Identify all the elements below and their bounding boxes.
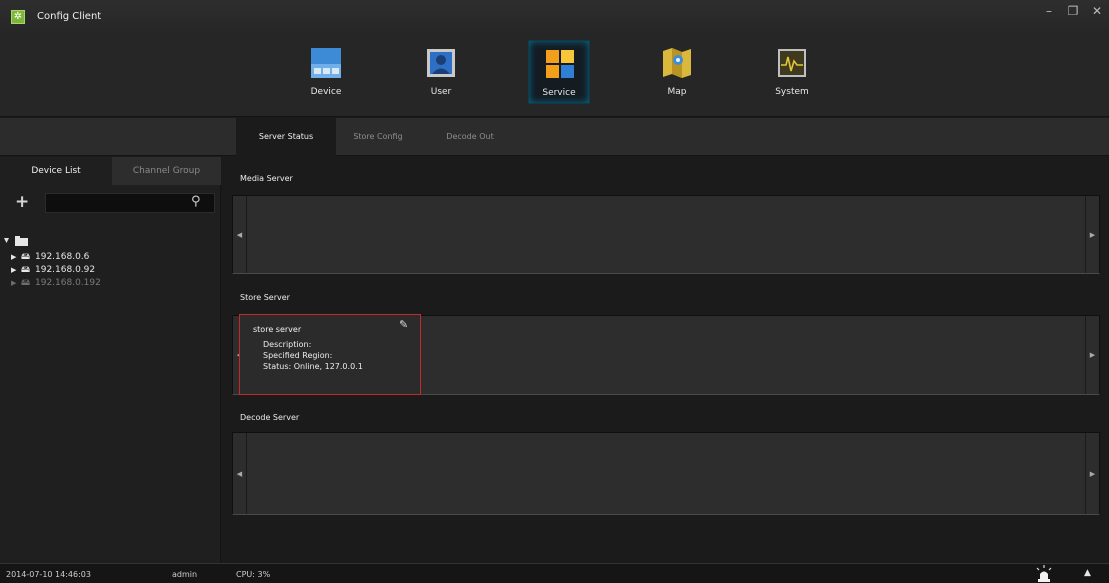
nav-user-label: User bbox=[430, 87, 452, 97]
store-server-strip: ◀ store server ✎ Description: Specified … bbox=[232, 314, 1100, 395]
collapsed-arrow-icon[interactable]: ▶ bbox=[11, 277, 21, 289]
device-ip-label: 192.168.0.6 bbox=[35, 252, 90, 262]
scroll-right-icon[interactable]: ▶ bbox=[1085, 196, 1099, 273]
edit-icon[interactable]: ✎ bbox=[399, 319, 411, 331]
tab-server-status[interactable]: Server Status bbox=[236, 118, 336, 156]
folder-icon[interactable] bbox=[4, 235, 44, 247]
collapsed-arrow-icon[interactable]: ▶ bbox=[11, 264, 21, 276]
media-server-title: Media Server bbox=[240, 174, 293, 183]
service-subtabs: Server Status Store Config Decode Out bbox=[0, 118, 1109, 156]
device-ip-label: 192.168.0.192 bbox=[35, 278, 101, 288]
server-status-panel: Media Server ◀ ▶ Store Server ◀ store se… bbox=[222, 157, 1109, 563]
tree-item[interactable]: ▶ 🖴 192.168.0.92 bbox=[11, 264, 211, 276]
sidebar: Device List Channel Group + ⚲ ▶ 🖴 192.168.… bbox=[0, 157, 221, 563]
nav-service[interactable]: Service bbox=[528, 40, 590, 104]
server-device-icon: 🖴 bbox=[21, 278, 31, 288]
nav-user[interactable]: User bbox=[410, 40, 472, 104]
search-icon[interactable]: ⚲ bbox=[191, 194, 201, 209]
nav-device[interactable]: Device bbox=[295, 40, 357, 104]
main-nav: Device User Service Map System bbox=[0, 34, 1109, 117]
user-label: admin bbox=[172, 570, 198, 579]
nav-map-label: Map bbox=[667, 87, 687, 97]
store-server-card[interactable]: store server ✎ Description: Specified Re… bbox=[239, 314, 421, 395]
media-server-strip: ◀ ▶ bbox=[232, 195, 1100, 274]
search-input[interactable] bbox=[45, 193, 215, 213]
scroll-right-icon[interactable]: ▶ bbox=[1085, 433, 1099, 514]
tree-item[interactable]: ▶ 🖴 192.168.0.192 bbox=[11, 277, 211, 289]
restore-button[interactable]: ❐ bbox=[1061, 4, 1085, 18]
system-icon bbox=[778, 49, 806, 77]
gear-icon: ✲ bbox=[11, 10, 25, 24]
tab-decode-out[interactable]: Decode Out bbox=[428, 118, 512, 156]
expand-up-icon[interactable]: ▲ bbox=[1084, 568, 1091, 578]
scroll-right-icon[interactable]: ▶ bbox=[1085, 316, 1099, 394]
window-title: Config Client bbox=[37, 11, 102, 22]
server-status: Status: Online, 127.0.0.1 bbox=[263, 362, 363, 371]
datetime-label: 2014-07-10 14:46:03 bbox=[6, 570, 91, 579]
nav-device-label: Device bbox=[310, 87, 342, 97]
decode-server-title: Decode Server bbox=[240, 413, 300, 422]
tree-item[interactable]: ▶ 🖴 192.168.0.6 bbox=[11, 251, 211, 263]
user-icon bbox=[427, 49, 455, 77]
minimize-button[interactable]: – bbox=[1037, 4, 1061, 18]
store-server-title: Store Server bbox=[240, 293, 290, 302]
scroll-left-icon[interactable]: ◀ bbox=[233, 433, 247, 514]
status-bar: 2014-07-10 14:46:03 admin CPU: 3% ▲ bbox=[0, 563, 1109, 583]
add-icon[interactable]: + bbox=[15, 192, 29, 212]
device-icon bbox=[311, 48, 341, 78]
title-bar: ✲ Config Client – ❐ ✕ bbox=[0, 0, 1109, 34]
tab-store-config[interactable]: Store Config bbox=[336, 118, 420, 156]
close-button[interactable]: ✕ bbox=[1085, 4, 1109, 18]
server-region: Specified Region: bbox=[263, 351, 333, 360]
nav-map[interactable]: Map bbox=[646, 40, 708, 104]
server-device-icon: 🖴 bbox=[21, 252, 31, 262]
expand-triangle-icon bbox=[4, 238, 9, 243]
tab-device-list[interactable]: Device List bbox=[0, 157, 112, 185]
server-device-icon: 🖴 bbox=[21, 265, 31, 275]
nav-system[interactable]: System bbox=[761, 40, 823, 104]
alarm-icon[interactable] bbox=[1035, 565, 1053, 583]
service-icon bbox=[546, 50, 574, 78]
server-name: store server bbox=[253, 325, 302, 334]
nav-service-label: Service bbox=[542, 88, 576, 98]
tab-channel-group[interactable]: Channel Group bbox=[112, 157, 221, 185]
nav-system-label: System bbox=[775, 87, 809, 97]
server-description: Description: bbox=[263, 340, 312, 349]
collapsed-arrow-icon[interactable]: ▶ bbox=[11, 251, 21, 263]
decode-server-strip: ◀ ▶ bbox=[232, 432, 1100, 515]
cpu-label: CPU: 3% bbox=[236, 570, 271, 579]
device-ip-label: 192.168.0.92 bbox=[35, 265, 96, 275]
map-icon bbox=[663, 48, 691, 78]
scroll-left-icon[interactable]: ◀ bbox=[233, 196, 247, 273]
